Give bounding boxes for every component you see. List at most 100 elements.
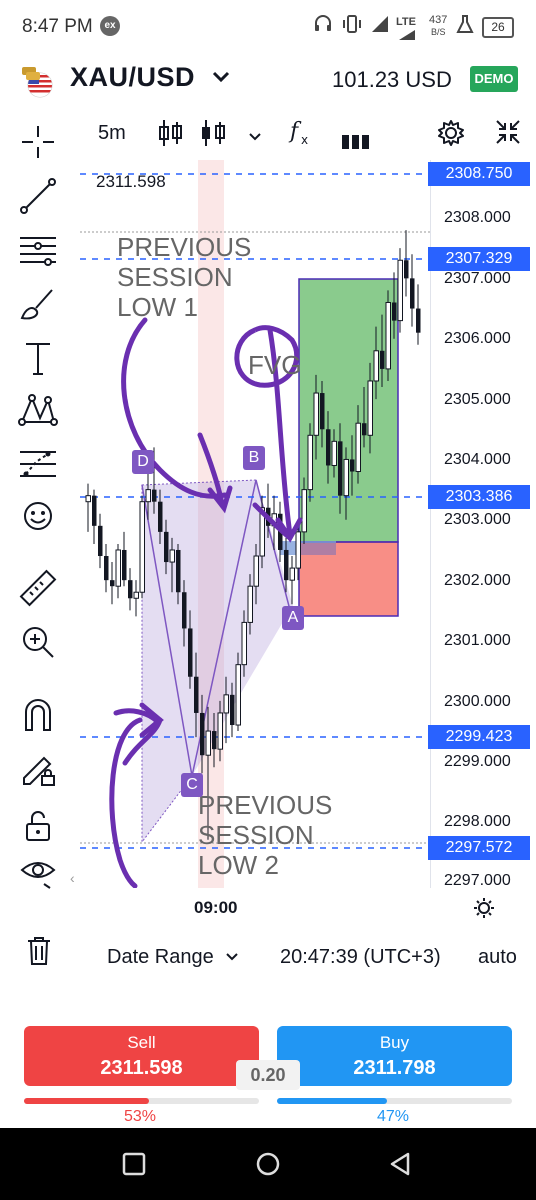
trash-icon[interactable]: [26, 936, 52, 971]
price-label: 2299.000: [444, 753, 511, 770]
emoji-icon[interactable]: [18, 496, 58, 536]
candle-body: [373, 350, 379, 382]
timezone-clock[interactable]: 20:47:39 (UTC+3): [280, 946, 441, 969]
candle-body: [152, 489, 157, 502]
annotation-2-line-3: LOW 2: [198, 850, 279, 880]
candle-body: [326, 429, 331, 466]
candle-body: [122, 549, 127, 581]
fullscreen-icon[interactable]: [494, 118, 522, 153]
indicators-fx-icon[interactable]: fx: [288, 118, 314, 155]
point-b-label[interactable]: B: [243, 446, 265, 470]
settings-gear-icon[interactable]: [436, 118, 466, 155]
price-tag: 2299.423: [428, 725, 530, 749]
price-tag: 2303.386: [428, 485, 530, 509]
candle-body: [98, 525, 103, 557]
svg-text:f: f: [288, 119, 302, 144]
sell-sentiment-bar: [24, 1098, 259, 1104]
price-chart[interactable]: 2311.598 PREVIOUS SESSION LOW 1 PREVIOUS…: [80, 160, 430, 888]
candle-body: [380, 350, 385, 369]
home-icon[interactable]: [255, 1152, 281, 1183]
time-axis-label: 09:00: [194, 898, 238, 917]
text-tool-icon[interactable]: [18, 338, 58, 378]
candle-body: [289, 567, 295, 581]
price-tag: 2308.750: [428, 162, 530, 186]
sell-button[interactable]: Sell 2311.598: [24, 1026, 259, 1086]
candle-body: [385, 302, 391, 370]
chevron-down-icon[interactable]: [210, 66, 232, 94]
date-range-label: Date Range: [107, 946, 214, 968]
annotation-2-line-1: PREVIOUS: [198, 790, 333, 820]
price-label: 2307.000: [444, 270, 511, 287]
chart-type-chevron-icon[interactable]: [247, 124, 263, 152]
price-label: 2308.000: [444, 209, 511, 226]
ex-badge: ex: [100, 16, 120, 36]
chart-settings-icon[interactable]: [472, 896, 496, 926]
candle-body: [362, 423, 367, 436]
point-d-label[interactable]: D: [132, 450, 154, 474]
fib-lines-icon[interactable]: [18, 230, 58, 270]
candles-icon[interactable]: [200, 118, 228, 155]
sell-sentiment-fill: [24, 1098, 149, 1104]
candle-body: [217, 712, 223, 750]
price-tag: 2297.572: [428, 836, 530, 860]
forecast-icon[interactable]: [18, 444, 58, 484]
candle-type-icon[interactable]: [158, 118, 184, 155]
fvg-label: FVG: [248, 350, 302, 380]
eye-icon[interactable]: [18, 852, 58, 892]
recents-icon[interactable]: [122, 1152, 146, 1181]
crosshair-icon[interactable]: [18, 122, 58, 162]
unlock-icon[interactable]: [18, 806, 58, 846]
ruler-icon[interactable]: [18, 568, 58, 608]
buy-button[interactable]: Buy 2311.798: [277, 1026, 512, 1086]
price-label: 2304.000: [444, 451, 511, 468]
chevron-down-icon: [225, 946, 239, 969]
buy-sentiment-bar: [277, 1098, 512, 1104]
price-label: 2300.000: [444, 693, 511, 710]
candle-body: [416, 308, 421, 333]
candle-body: [367, 380, 373, 436]
account-balance: 101.23 USD: [332, 67, 452, 92]
buy-label: Buy: [379, 1033, 410, 1052]
brush-icon[interactable]: [18, 284, 58, 324]
point-a-label[interactable]: A: [282, 606, 304, 630]
candle-body: [253, 555, 259, 587]
collapse-toolbar-icon[interactable]: ‹: [70, 870, 75, 886]
pattern-icon[interactable]: [18, 390, 58, 430]
price-label: 2302.000: [444, 572, 511, 589]
candle-body: [200, 712, 205, 756]
interval-selector[interactable]: 5m: [98, 122, 126, 145]
candle-body: [139, 501, 145, 593]
zoom-in-icon[interactable]: [18, 622, 58, 662]
price-label: 2303.000: [444, 511, 511, 528]
candle-body: [392, 302, 397, 321]
candle-body: [110, 580, 115, 587]
candle-body: [158, 501, 163, 532]
candle-body: [338, 441, 343, 496]
auto-scale-toggle[interactable]: auto: [478, 946, 517, 969]
back-icon[interactable]: [388, 1152, 412, 1181]
candle-body: [169, 549, 175, 563]
candle-body: [397, 259, 403, 322]
account-type-badge[interactable]: DEMO: [470, 66, 518, 92]
spread-badge: 0.20: [236, 1060, 300, 1090]
drawing-curve-2: [109, 717, 143, 888]
candle-body: [176, 549, 181, 593]
candle-body: [115, 549, 121, 587]
symbol-flag-icon[interactable]: [20, 64, 54, 98]
lock-drawing-icon[interactable]: [18, 748, 58, 788]
trend-line-icon[interactable]: [18, 176, 58, 216]
buy-sentiment-fill: [277, 1098, 388, 1104]
price-tag: 2307.329: [428, 247, 530, 271]
candle-body: [307, 434, 313, 491]
annotation-1-line-1: PREVIOUS: [117, 232, 252, 262]
speed-value: 437: [429, 14, 448, 26]
candle-body: [205, 730, 211, 756]
vibrate-icon: [342, 14, 362, 39]
symbol-selector[interactable]: XAU/USD: [70, 62, 195, 93]
ohlc-price-label: 2311.598: [96, 172, 166, 191]
price-label: 2297.000: [444, 872, 511, 886]
more-bars-icon[interactable]: [342, 128, 370, 156]
magnet-icon[interactable]: [18, 694, 58, 734]
point-c-label[interactable]: C: [181, 773, 203, 797]
date-range-selector[interactable]: Date Range: [107, 946, 239, 969]
